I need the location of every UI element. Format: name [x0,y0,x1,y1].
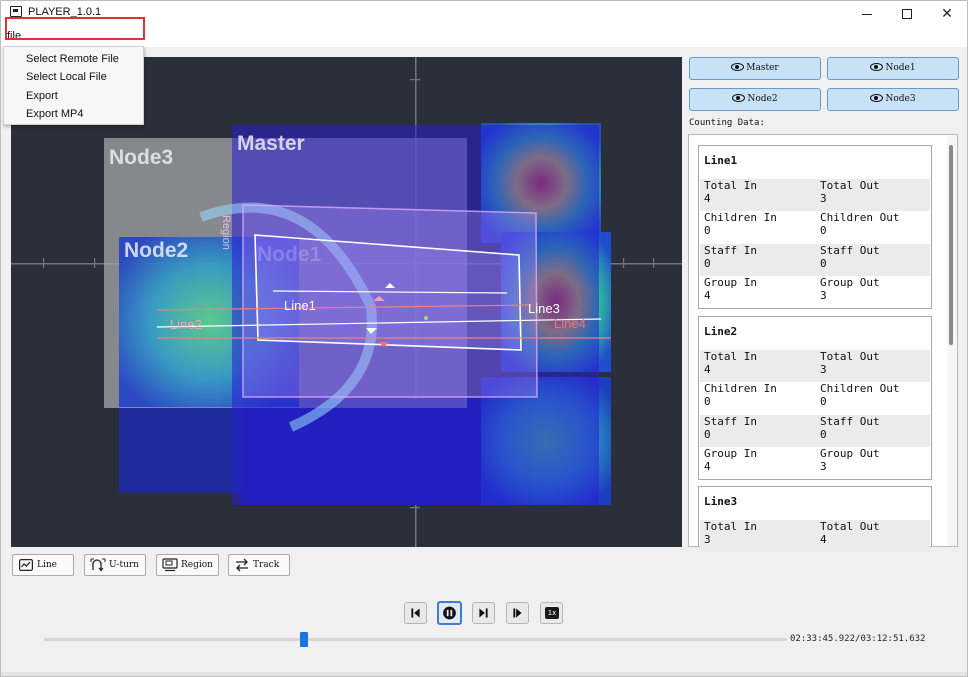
line-card-line1: Line1 Total In 4 Total Out 3 Children In 0 … [698,145,932,309]
scrollbar-thumb[interactable] [949,145,953,345]
speed-icon: 1x [545,607,559,619]
progress-track[interactable] [44,638,787,641]
menu-item-export-mp4[interactable]: Export MP4 [4,105,143,123]
eye-icon [731,62,745,71]
card-title: Line3 [704,495,738,508]
card-row: Group In 4 Group Out 3 [704,276,880,302]
step-back-icon [411,608,420,618]
progress-handle[interactable] [300,632,309,647]
pause-button[interactable] [437,601,462,625]
step-back-button[interactable] [404,602,427,624]
speed-button[interactable]: 1x [540,602,563,624]
card-title: Line1 [704,154,738,167]
menu-bar: file [1,27,967,47]
card-row: Staff In 0 Staff Out 0 [700,244,930,276]
step-forward-icon [513,608,522,618]
u-turn-icon [90,558,106,572]
node-label-master: Master [237,132,305,155]
video-view[interactable]: Region Master Node3 Node2 Node1 Line1 Li… [11,57,682,547]
line4-label: Line4 [554,316,586,331]
close-icon: ✕ [941,5,953,21]
line-card-line3: Line3 Total In 3 Total Out 4 [698,486,932,552]
u-turn-tool-button[interactable]: U-turn [84,554,146,576]
eye-icon [732,93,746,102]
track-tool-button[interactable]: Track [228,554,290,576]
view-node1-button[interactable]: Node1 [827,57,959,80]
region-tool-button[interactable]: Region [156,554,219,576]
card-row: Staff In 0 Staff Out 0 [700,415,930,447]
node-label-node3: Node3 [109,146,174,169]
step-forward-button[interactable] [506,602,529,624]
track-icon [236,558,248,572]
line-tool-button[interactable]: Line [12,554,74,576]
line-chart-icon [19,559,33,571]
card-row: Total In 3 Total Out 4 [700,520,930,552]
eye-icon [870,62,884,71]
status-strip [1,672,967,676]
card-row: Total In 4 Total Out 3 [700,350,930,382]
line1-label: Line1 [284,298,316,313]
menu-item-export[interactable]: Export [4,87,143,105]
card-row: Group In 4 Group Out 3 [704,447,880,473]
title-bar: PLAYER_1.0.1 ✕ [1,1,967,27]
menu-item-select-remote-file[interactable]: Select Remote File [4,50,143,68]
card-row: Children In 0 Children Out 0 [704,211,900,237]
card-title: Line2 [704,325,738,338]
pause-icon [443,606,456,620]
player-window: PLAYER_1.0.1 ✕ file Region Master Node3 … [0,0,968,677]
highlight-box [5,17,145,40]
region-text: Region [220,215,232,250]
video-scene: Region [11,57,682,547]
close-button[interactable]: ✕ [927,1,967,25]
file-menu-dropdown: Select Remote File Select Local File Exp… [3,46,144,125]
menu-item-select-local-file[interactable]: Select Local File [4,68,143,86]
card-row: Total In 4 Total Out 3 [700,179,930,211]
app-icon [10,6,22,17]
next-frame-button[interactable] [472,602,495,624]
maximize-button[interactable] [887,1,927,25]
view-node3-button[interactable]: Node3 [827,88,959,111]
counting-data-label: Counting Data: [689,118,765,128]
minimize-icon [862,13,872,15]
time-display: 02:33:45.922/03:12:51.632 [790,634,926,644]
view-node2-button[interactable]: Node2 [689,88,821,111]
line-card-line2: Line2 Total In 4 Total Out 3 Children In 0 … [698,316,932,480]
maximize-icon [902,9,912,20]
minimize-button[interactable] [847,1,887,25]
card-row: Children In 0 Children Out 0 [704,382,900,408]
line2-label: Line2 [170,317,202,332]
node-label-node2: Node2 [124,239,189,262]
line3-label: Line3 [528,301,560,316]
node-label-node1: Node1 [257,243,322,266]
view-master-button[interactable]: Master [689,57,821,80]
next-frame-icon [479,608,488,618]
eye-icon [870,93,884,102]
region-icon [162,558,178,572]
